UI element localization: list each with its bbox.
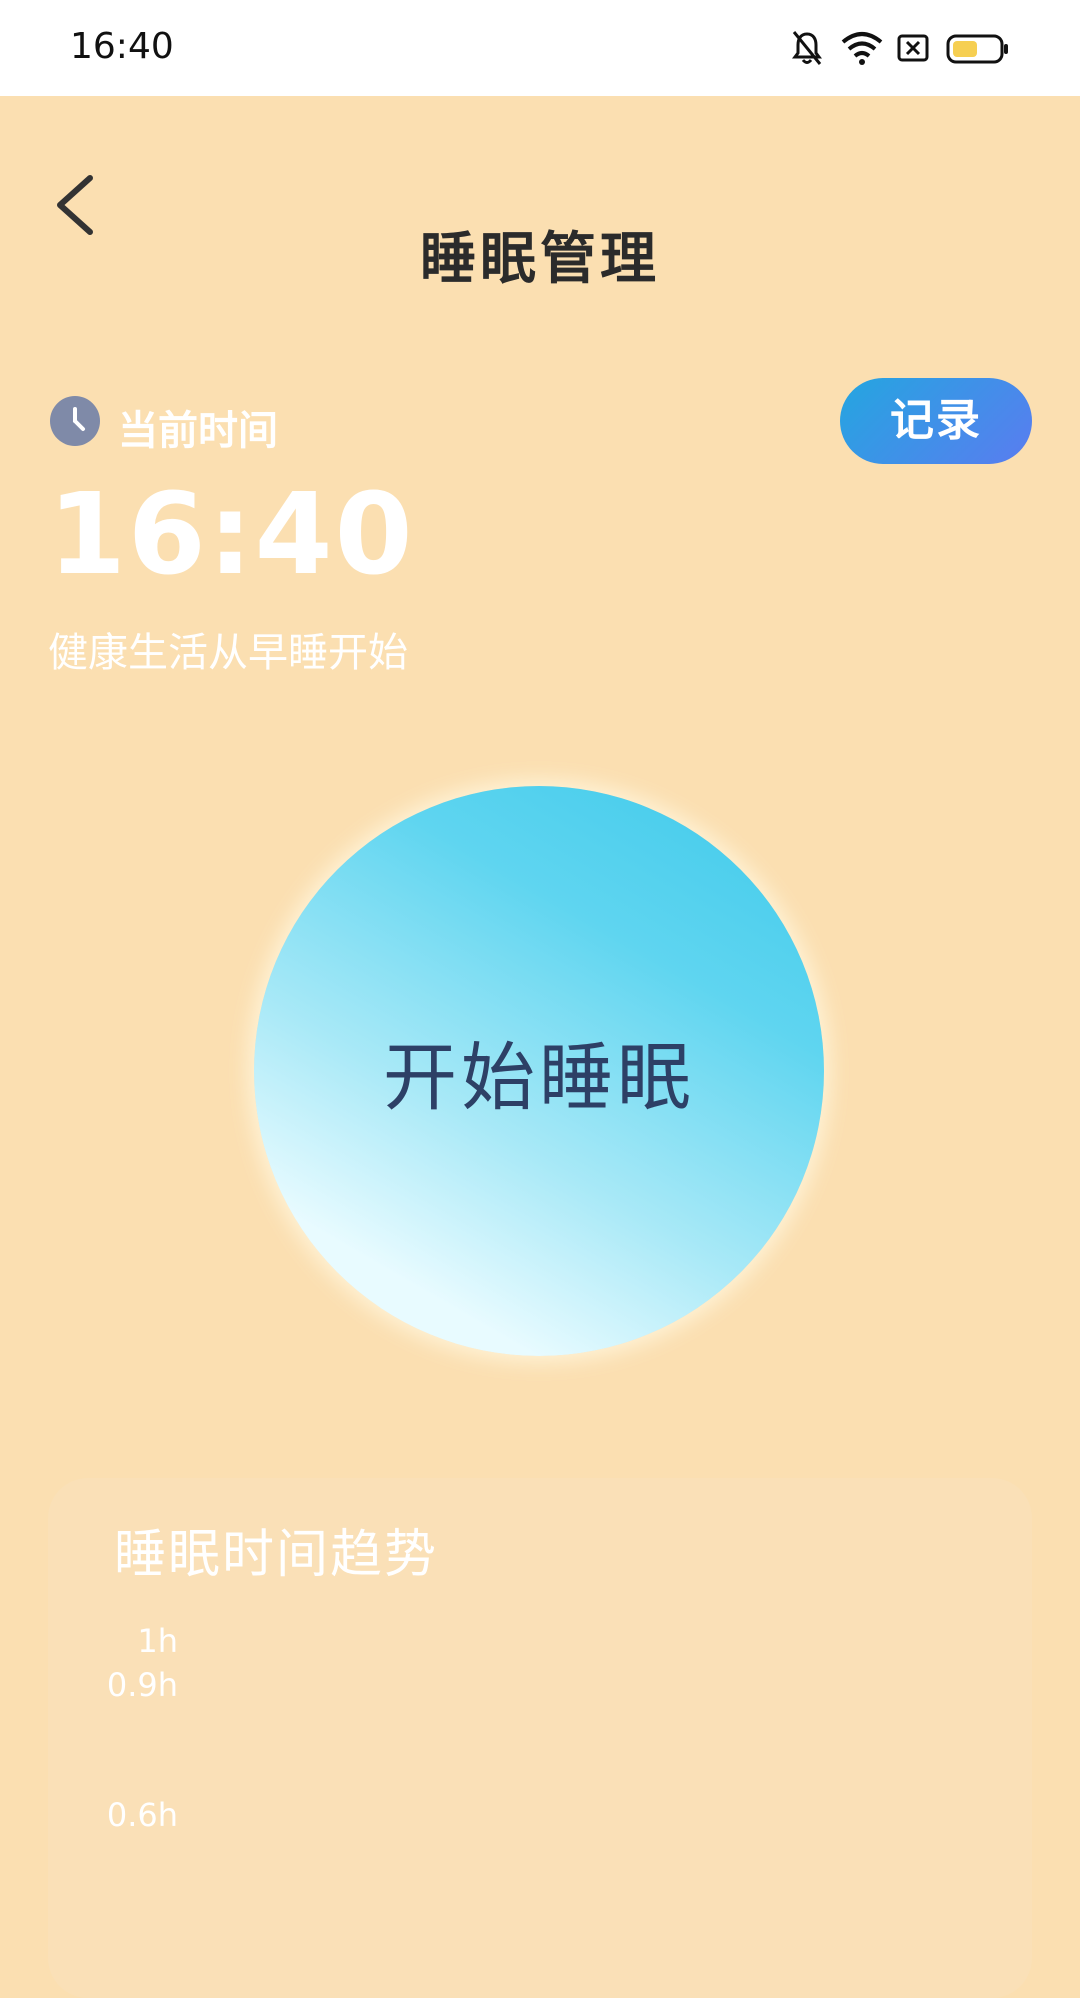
battery-icon [946,34,1008,64]
y-tick-label: 0.6h [106,1796,178,1834]
sleep-trend-card: 睡眠时间趋势 1h 0.9h 0.6h [48,1478,1032,1998]
start-sleep-label: 开始睡眠 [383,1034,695,1121]
y-tick-label: 1h [137,1622,178,1660]
current-time-label: 当前时间 [118,408,278,454]
current-time-value: 16:40 [48,470,415,600]
sim-x-icon [897,34,929,62]
status-time: 16:40 [70,26,174,67]
y-tick-label: 0.9h [106,1666,178,1704]
status-icons [790,28,1010,68]
page-title: 睡眠管理 [420,227,660,292]
tagline: 健康生活从早睡开始 [48,630,408,676]
start-sleep-button[interactable]: 开始睡眠 [254,786,824,1356]
clock-icon [50,396,100,446]
wifi-icon [841,32,883,65]
trend-title: 睡眠时间趋势 [114,1525,439,1585]
mute-bell-icon [792,31,822,65]
record-button[interactable]: 记录 [840,378,1032,464]
status-bar: 16:40 [0,0,1080,96]
